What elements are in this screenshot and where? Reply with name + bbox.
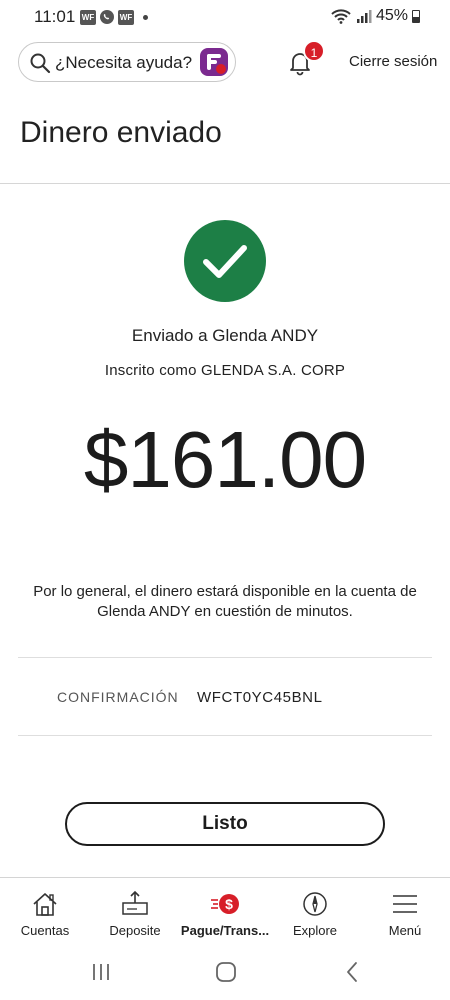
done-button[interactable]: Listo (65, 802, 385, 846)
more-notifications-dot (143, 14, 148, 20)
bottom-tab-bar: Cuentas Deposite $ Pague/Trans... Explor… (0, 877, 450, 945)
amount-sent: $161.00 (83, 415, 367, 504)
recipient-text: Enviado a Glenda ANDY (131, 326, 319, 345)
notification-icons: WF WF (80, 9, 148, 25)
tab-label: Explore (292, 923, 338, 938)
help-search-field[interactable]: ¿Necesita ayuda? (18, 42, 236, 82)
home-button-icon[interactable] (211, 959, 241, 985)
wells-fargo-notification-icon-2: WF (118, 9, 134, 25)
logout-link[interactable]: Cierre sesión (349, 53, 437, 70)
notifications-button[interactable]: 1 (287, 40, 327, 80)
status-bar: 11:01 WF WF 45% (0, 0, 450, 34)
back-icon[interactable] (337, 959, 367, 985)
divider (18, 657, 432, 658)
compass-icon (303, 892, 327, 916)
battery-percent: 45% (375, 7, 408, 24)
fargo-assistant-icon[interactable] (200, 48, 228, 76)
success-check-icon (184, 220, 266, 302)
hamburger-menu-icon (393, 895, 417, 913)
battery-icon (412, 9, 420, 23)
signal-icon (356, 10, 372, 23)
divider (0, 183, 450, 184)
recent-apps-icon[interactable] (86, 959, 116, 985)
divider (18, 735, 432, 736)
tab-label: Deposite (109, 923, 161, 938)
confirmation-label: CONFIRMACIÓN (57, 689, 179, 705)
svg-text:$: $ (225, 896, 233, 912)
pay-transfer-icon: $ (211, 894, 239, 914)
tab-deposit[interactable]: Deposite (90, 878, 180, 946)
tab-accounts[interactable]: Cuentas (0, 878, 90, 946)
confirmation-number: WFCT0YC45BNL (197, 689, 323, 706)
enrolled-as-text: Inscrito como GLENDA S.A. CORP (104, 362, 346, 379)
tab-explore[interactable]: Explore (270, 878, 360, 946)
tab-label: Cuentas (20, 923, 70, 938)
whatsapp-icon (100, 10, 114, 24)
notification-count-badge: 1 (303, 40, 325, 62)
help-placeholder: ¿Necesita ayuda? (55, 53, 193, 72)
tab-label: Pague/Trans... (180, 923, 270, 938)
availability-note: Por lo general, el dinero estará disponi… (33, 583, 417, 620)
deposit-icon (122, 890, 148, 915)
tab-pay-transfer[interactable]: $ Pague/Trans... (180, 878, 270, 946)
status-right: 45% (330, 7, 420, 25)
search-icon (30, 53, 51, 74)
tab-menu[interactable]: Menú (360, 878, 450, 946)
wells-fargo-notification-icon: WF (80, 9, 96, 25)
house-icon (33, 893, 57, 916)
wifi-icon (331, 9, 351, 24)
page-title: Dinero enviado (20, 116, 222, 149)
system-navigation-bar (0, 945, 450, 1000)
status-time: 11:01 (34, 7, 76, 26)
tab-label: Menú (388, 923, 422, 938)
